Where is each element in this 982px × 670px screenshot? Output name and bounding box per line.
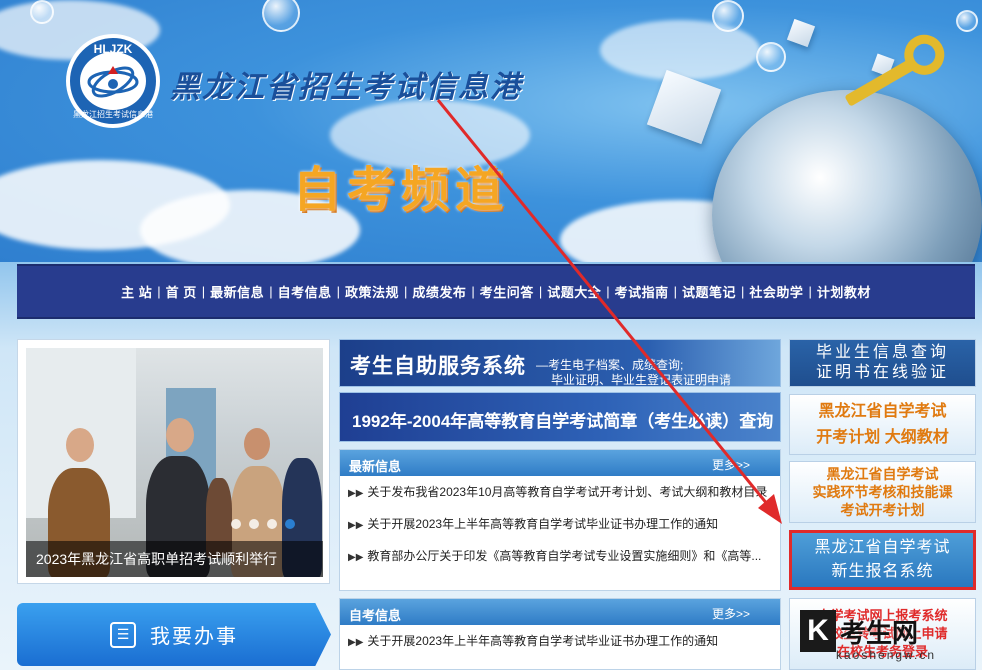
service-hall-label: 我要办事 xyxy=(150,626,238,648)
zk-news-title: 自考信息 xyxy=(349,608,402,623)
new-student-registration-button[interactable]: 黑龙江省自学考试 新生报名系统 xyxy=(789,530,976,590)
nav-item-notes[interactable]: 试题笔记 xyxy=(677,282,741,301)
photo-person xyxy=(166,418,194,452)
list-item[interactable]: ▶▶ 关于开展2023年上半年高等教育自学考试毕业证书办理工作的通知 xyxy=(348,625,772,657)
channel-title: 自考频道 xyxy=(293,164,510,217)
globe-illustration xyxy=(712,90,982,262)
bubble-decoration xyxy=(756,42,786,72)
latest-news-list: ▶▶ 关于发布我省2023年10月高等教育自学考试开考计划、考试大纲和教材目录 ▶… xyxy=(340,476,780,572)
logo-emblem-icon xyxy=(80,52,146,110)
slideshow[interactable]: 2023年黑龙江省高职单招考试顺利举行 xyxy=(17,339,330,584)
zk-news-more-link[interactable]: 更多>> xyxy=(712,605,750,622)
watermark-k: K xyxy=(800,610,836,652)
practical-exam-plan-button[interactable]: 黑龙江省自学考试 实践环节考核和技能课 考试开考计划 xyxy=(789,461,976,523)
brochure-query-banner[interactable]: 1992年-2004年高等教育自学考试简章（考生必读）查询 xyxy=(339,392,781,442)
news-title[interactable]: 关于发布我省2023年10月高等教育自学考试开考计划、考试大纲和教材目录 xyxy=(367,485,767,499)
slide-dot[interactable] xyxy=(249,519,259,529)
service-hall-button[interactable]: ☰ 我要办事 xyxy=(17,603,331,666)
side-label: 黑龙江省自学考试 xyxy=(814,539,951,556)
slide-dot[interactable] xyxy=(231,519,241,529)
nav-item-latest[interactable]: 最新信息 xyxy=(205,282,269,301)
news-title[interactable]: 教育部办公厅关于印发《高等教育自学考试专业设置实施细则》和《高等... xyxy=(367,549,761,563)
side-label: 新生报名系统 xyxy=(831,563,934,580)
latest-news-panel: 最新信息 更多>> ▶▶ 关于发布我省2023年10月高等教育自学考试开考计划、考… xyxy=(339,449,781,591)
self-service-sub2: 毕业证明、毕业生登记表证明申请 xyxy=(551,373,732,387)
nav-item-assist[interactable]: 社会助学 xyxy=(744,282,808,301)
nav-item-guide[interactable]: 考试指南 xyxy=(610,282,674,301)
slideshow-dots xyxy=(231,519,295,529)
graduate-info-query-button[interactable]: 毕业生信息查询 证明书在线验证 xyxy=(789,339,976,387)
side-label: 开考计划 大纲教材 xyxy=(816,428,949,446)
side-label: 黑龙江省自学考试 xyxy=(826,466,939,482)
list-item[interactable]: ▶▶ 关于开展2023年上半年高等教育自学考试毕业证书办理工作的通知 xyxy=(348,508,772,540)
photo-person xyxy=(66,428,94,462)
self-service-title: 考生自助服务系统 xyxy=(350,355,526,378)
list-item[interactable]: ▶▶ 教育部办公厅关于印发《高等教育自学考试专业设置实施细则》和《高等... xyxy=(348,540,772,572)
latest-news-title: 最新信息 xyxy=(349,459,402,474)
bubble-decoration xyxy=(956,10,978,32)
side-label: 证明书在线验证 xyxy=(815,364,949,381)
slide-dot[interactable] xyxy=(267,519,277,529)
zk-news-panel: 自考信息 更多>> ▶▶ 关于开展2023年上半年高等教育自学考试毕业证书办理工作… xyxy=(339,598,781,670)
bubble-decoration xyxy=(30,0,54,24)
nav-item-zk-info[interactable]: 自考信息 xyxy=(273,282,337,301)
nav-items: 主 站 | 首 页 | 最新信息 | 自考信息 | 政策法规 | 成绩发布 | 考生问答 | … xyxy=(116,282,876,301)
header-banner: HLJZK 黑龙江招生考试信息港 黑龙江省招生考试信息港 自考频道 xyxy=(0,0,982,262)
bubble-decoration xyxy=(262,0,300,32)
slideshow-caption[interactable]: 2023年黑龙江省高职单招考试顺利举行 xyxy=(26,541,323,577)
list-item[interactable]: ▶▶ 关于发布我省2023年10月高等教育自学考试开考计划、考试大纲和教材目录 xyxy=(348,476,772,508)
slideshow-photo[interactable]: 2023年黑龙江省高职单招考试顺利举行 xyxy=(26,348,323,577)
side-label: 黑龙江省自学考试 xyxy=(818,402,947,420)
news-title[interactable]: 关于开展2023年上半年高等教育自学考试毕业证书办理工作的通知 xyxy=(367,634,718,648)
nav-item-policy[interactable]: 政策法规 xyxy=(340,282,404,301)
bullet-icon: ▶▶ xyxy=(348,488,364,499)
cube-decoration xyxy=(646,69,722,145)
bullet-icon: ▶▶ xyxy=(348,552,364,563)
nav-item-materials[interactable]: 计划教材 xyxy=(812,282,876,301)
exam-plan-button[interactable]: 黑龙江省自学考试 开考计划 大纲教材 xyxy=(789,394,976,455)
side-label: 毕业生信息查询 xyxy=(815,344,949,361)
side-label: 实践环节考核和技能课 xyxy=(812,484,953,500)
nav-item-main-site[interactable]: 主 站 xyxy=(116,282,157,301)
logo-subtitle: 黑龙江招生考试信息港 xyxy=(73,110,153,119)
watermark-url: kaoshengw.cn xyxy=(836,648,937,662)
cube-decoration xyxy=(786,18,816,48)
watermark-logo: K 考生网 xyxy=(800,610,918,652)
watermark-text: 考生网 xyxy=(840,617,919,648)
zk-news-header: 自考信息 更多>> xyxy=(340,599,780,625)
checklist-icon: ☰ xyxy=(110,621,136,648)
latest-news-header: 最新信息 更多>> xyxy=(340,450,780,476)
self-service-banner[interactable]: 考生自助服务系统 —考生电子档案、成绩查询; 毕业证明、毕业生登记表证明申请 xyxy=(339,339,781,387)
main-nav: 主 站 | 首 页 | 最新信息 | 自考信息 | 政策法规 | 成绩发布 | 考生问答 | … xyxy=(17,264,975,319)
site-logo[interactable]: HLJZK 黑龙江招生考试信息港 xyxy=(66,34,160,128)
zk-news-list: ▶▶ 关于开展2023年上半年高等教育自学考试毕业证书办理工作的通知 xyxy=(340,625,780,657)
news-title[interactable]: 关于开展2023年上半年高等教育自学考试毕业证书办理工作的通知 xyxy=(367,517,718,531)
bubble-decoration xyxy=(712,0,744,32)
bullet-icon: ▶▶ xyxy=(348,520,364,531)
bullet-icon: ▶▶ xyxy=(348,637,364,648)
photo-person xyxy=(244,428,270,460)
site-title: 黑龙江省招生考试信息港 xyxy=(170,70,522,105)
nav-item-home[interactable]: 首 页 xyxy=(161,282,202,301)
nav-item-scores[interactable]: 成绩发布 xyxy=(407,282,471,301)
nav-item-exams[interactable]: 试题大全 xyxy=(542,282,606,301)
nav-item-qa[interactable]: 考生问答 xyxy=(475,282,539,301)
slide-dot-active[interactable] xyxy=(285,519,295,529)
side-label: 考试开考计划 xyxy=(840,502,925,518)
latest-news-more-link[interactable]: 更多>> xyxy=(712,456,750,473)
